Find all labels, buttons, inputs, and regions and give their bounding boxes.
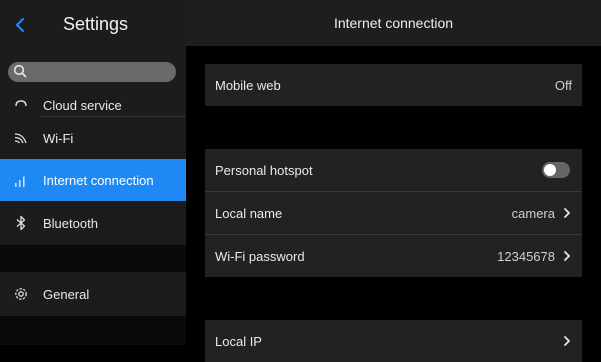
sidebar-group-gap bbox=[0, 316, 186, 345]
signal-bars-icon bbox=[13, 172, 29, 188]
sidebar-item-label: General bbox=[43, 286, 90, 302]
sidebar-item-label: Cloud service bbox=[43, 98, 122, 113]
personal-hotspot-label: Personal hotspot bbox=[215, 162, 313, 178]
mobile-web-row[interactable]: Mobile web Off bbox=[205, 64, 582, 106]
sidebar-header: Settings bbox=[0, 0, 186, 50]
personal-hotspot-toggle[interactable] bbox=[542, 162, 570, 178]
wifi-icon bbox=[13, 130, 29, 146]
personal-hotspot-row: Personal hotspot bbox=[205, 149, 582, 191]
local-name-row[interactable]: Local name camera bbox=[205, 191, 582, 234]
hotspot-card: Personal hotspot Local name camera Wi-Fi… bbox=[205, 149, 582, 277]
local-name-value: camera bbox=[511, 205, 555, 221]
sidebar-item-label: Wi-Fi bbox=[43, 130, 74, 146]
search-input[interactable] bbox=[8, 62, 176, 82]
sidebar-group-gap bbox=[0, 245, 186, 272]
sidebar-item-bluetooth[interactable]: Bluetooth bbox=[0, 202, 186, 244]
cloud-icon bbox=[13, 94, 29, 110]
gear-icon bbox=[13, 286, 29, 302]
sidebar-item-label: Bluetooth bbox=[43, 215, 98, 231]
local-ip-label: Local IP bbox=[215, 333, 262, 349]
chevron-right-icon bbox=[564, 251, 570, 261]
mobile-web-label: Mobile web bbox=[215, 77, 281, 93]
wifi-password-label: Wi-Fi password bbox=[215, 248, 305, 264]
chevron-right-icon bbox=[564, 336, 570, 346]
mobile-web-value: Off bbox=[554, 77, 572, 93]
wifi-password-row[interactable]: Wi-Fi password 12345678 bbox=[205, 234, 582, 277]
sidebar-item-internet-connection[interactable]: Internet connection bbox=[0, 159, 186, 201]
mobile-web-card: Mobile web Off bbox=[205, 64, 582, 106]
settings-sidebar: Settings Cloud service Wi-Fi Internet co… bbox=[0, 0, 186, 345]
sidebar-item-cloud-service[interactable]: Cloud service bbox=[0, 80, 186, 113]
local-name-label: Local name bbox=[215, 205, 283, 221]
page-title: Internet connection bbox=[186, 0, 601, 46]
bluetooth-icon bbox=[13, 215, 29, 231]
toggle-knob bbox=[544, 164, 556, 176]
search-icon bbox=[13, 64, 27, 78]
local-ip-card: Local IP bbox=[205, 320, 582, 362]
sidebar-item-general[interactable]: General bbox=[0, 273, 186, 315]
chevron-left-icon[interactable] bbox=[13, 14, 27, 36]
sidebar-item-label: Internet connection bbox=[43, 172, 154, 188]
local-ip-row[interactable]: Local IP bbox=[205, 320, 582, 362]
sidebar-item-wifi[interactable]: Wi-Fi bbox=[0, 117, 186, 159]
wifi-password-value: 12345678 bbox=[497, 248, 555, 264]
chevron-right-icon bbox=[564, 208, 570, 218]
main-panel: Internet connection Mobile web Off Perso… bbox=[186, 0, 601, 362]
sidebar-title: Settings bbox=[63, 14, 129, 34]
